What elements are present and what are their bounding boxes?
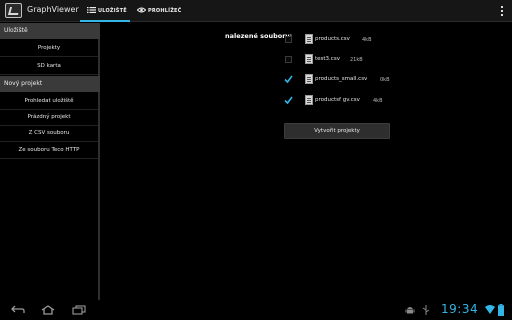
graph-app-icon[interactable] [5, 3, 22, 18]
create-projects-button[interactable]: Vytvořit projekty [284, 123, 390, 139]
file-name: productsf gv.csv [315, 97, 360, 103]
sidebar-item-search-storage[interactable]: Prohledat uložiště [0, 93, 98, 110]
file-icon [305, 54, 313, 64]
file-row[interactable]: productsf gv.csv 4kB [282, 94, 402, 108]
file-size: 0kB [380, 77, 390, 83]
battery-icon [498, 304, 504, 316]
tab-storage[interactable]: ULOŽIŠTĚ [80, 0, 130, 22]
check-icon [284, 75, 293, 84]
file-checkbox-checked[interactable] [284, 75, 293, 84]
file-row[interactable]: products.csv 4kB [282, 33, 402, 47]
recent-apps-icon[interactable] [72, 305, 86, 315]
file-name: test3.csv [315, 56, 340, 62]
file-size: 21kB [350, 57, 363, 63]
action-bar: GraphViewer ULOŽIŠTĚ PROHLÍŽEČ [0, 0, 512, 22]
sidebar: Uložiště Projekty SD karta Nový projekt … [0, 23, 100, 300]
overflow-menu-icon[interactable] [500, 5, 504, 17]
list-icon [87, 7, 96, 13]
sidebar-item-projects[interactable]: Projekty [0, 40, 98, 57]
clock: 19:34 [441, 302, 479, 316]
file-icon [305, 34, 313, 44]
sidebar-item-from-teco-http[interactable]: Ze souboru Teco HTTP [0, 142, 98, 159]
android-debug-icon [405, 307, 415, 314]
file-name: products_small.csv [315, 76, 368, 82]
app-title: GraphViewer [27, 5, 79, 14]
file-row[interactable]: products_small.csv 0kB [282, 73, 402, 87]
file-icon [305, 74, 313, 84]
main-content: nalezené soubory: products.csv 4kB test3… [102, 23, 512, 300]
file-size: 4kB [373, 98, 383, 104]
file-checkbox-checked[interactable] [284, 96, 293, 105]
system-bar: 19:34 [0, 300, 512, 320]
file-checkbox[interactable] [285, 56, 292, 63]
sidebar-item-sd-card[interactable]: SD karta [0, 58, 98, 75]
file-size: 4kB [362, 37, 372, 43]
file-icon [305, 95, 313, 105]
wifi-icon [485, 305, 495, 314]
tab-storage-label: ULOŽIŠTĚ [98, 8, 127, 14]
back-icon[interactable] [11, 305, 25, 314]
eye-icon [137, 7, 146, 13]
file-checkbox[interactable] [285, 36, 292, 43]
file-name: products.csv [315, 36, 350, 42]
sidebar-item-empty-project[interactable]: Prázdný projekt [0, 109, 98, 126]
tab-viewer-label: PROHLÍŽEČ [148, 8, 182, 14]
usb-icon [422, 305, 430, 315]
tab-viewer[interactable]: PROHLÍŽEČ [131, 0, 181, 22]
sidebar-item-from-csv[interactable]: Z CSV souboru [0, 125, 98, 142]
sidebar-header-new-project: Nový projekt [0, 76, 100, 92]
check-icon [284, 96, 293, 105]
sidebar-header-storage: Uložiště [0, 23, 100, 39]
file-row[interactable]: test3.csv 21kB [282, 53, 402, 67]
home-icon[interactable] [41, 305, 55, 315]
